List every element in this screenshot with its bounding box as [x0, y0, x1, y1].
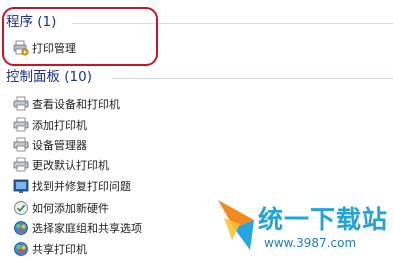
control-panel-divider: [112, 78, 393, 79]
list-item-label: 选择家庭组和共享选项: [32, 222, 142, 235]
watermark-url: www.3987.com: [264, 236, 357, 250]
list-item-label: 设备管理器: [32, 139, 87, 152]
printer-icon: [13, 157, 29, 173]
list-item-add-new-hardware[interactable]: 如何添加新硬件: [13, 199, 109, 217]
troubleshoot-icon: [13, 178, 29, 194]
list-item-label: 如何添加新硬件: [32, 202, 109, 215]
control-panel-header-text: 控制面板 (10): [6, 69, 93, 85]
homegroup-icon: [13, 241, 29, 257]
list-item-add-printer[interactable]: 添加打印机: [13, 116, 87, 134]
list-item-share-printer[interactable]: 共享打印机: [13, 240, 87, 258]
list-item-homegroup-sharing[interactable]: 选择家庭组和共享选项: [13, 219, 142, 237]
list-item-label: 查看设备和打印机: [32, 98, 120, 111]
printer-icon: [13, 137, 29, 153]
list-item-label: 共享打印机: [32, 243, 87, 256]
list-item-view-devices-printers[interactable]: 查看设备和打印机: [13, 95, 120, 113]
watermark-brand: 统一下载站: [258, 205, 389, 234]
homegroup-icon: [13, 220, 29, 236]
printer-icon: [13, 96, 29, 112]
highlight-annotation: [2, 7, 158, 66]
list-item-label: 添加打印机: [32, 119, 87, 132]
list-item-troubleshoot-printing[interactable]: 找到并修复打印问题: [13, 177, 131, 195]
list-item-change-default-printer[interactable]: 更改默认打印机: [13, 156, 109, 174]
list-item-device-manager[interactable]: 设备管理器: [13, 136, 87, 154]
list-item-label: 更改默认打印机: [32, 159, 109, 172]
list-item-label: 找到并修复打印问题: [32, 180, 131, 193]
control-panel-group-header: 控制面板 (10): [6, 68, 92, 86]
hardware-icon: [13, 200, 29, 216]
printer-icon: [13, 117, 29, 133]
